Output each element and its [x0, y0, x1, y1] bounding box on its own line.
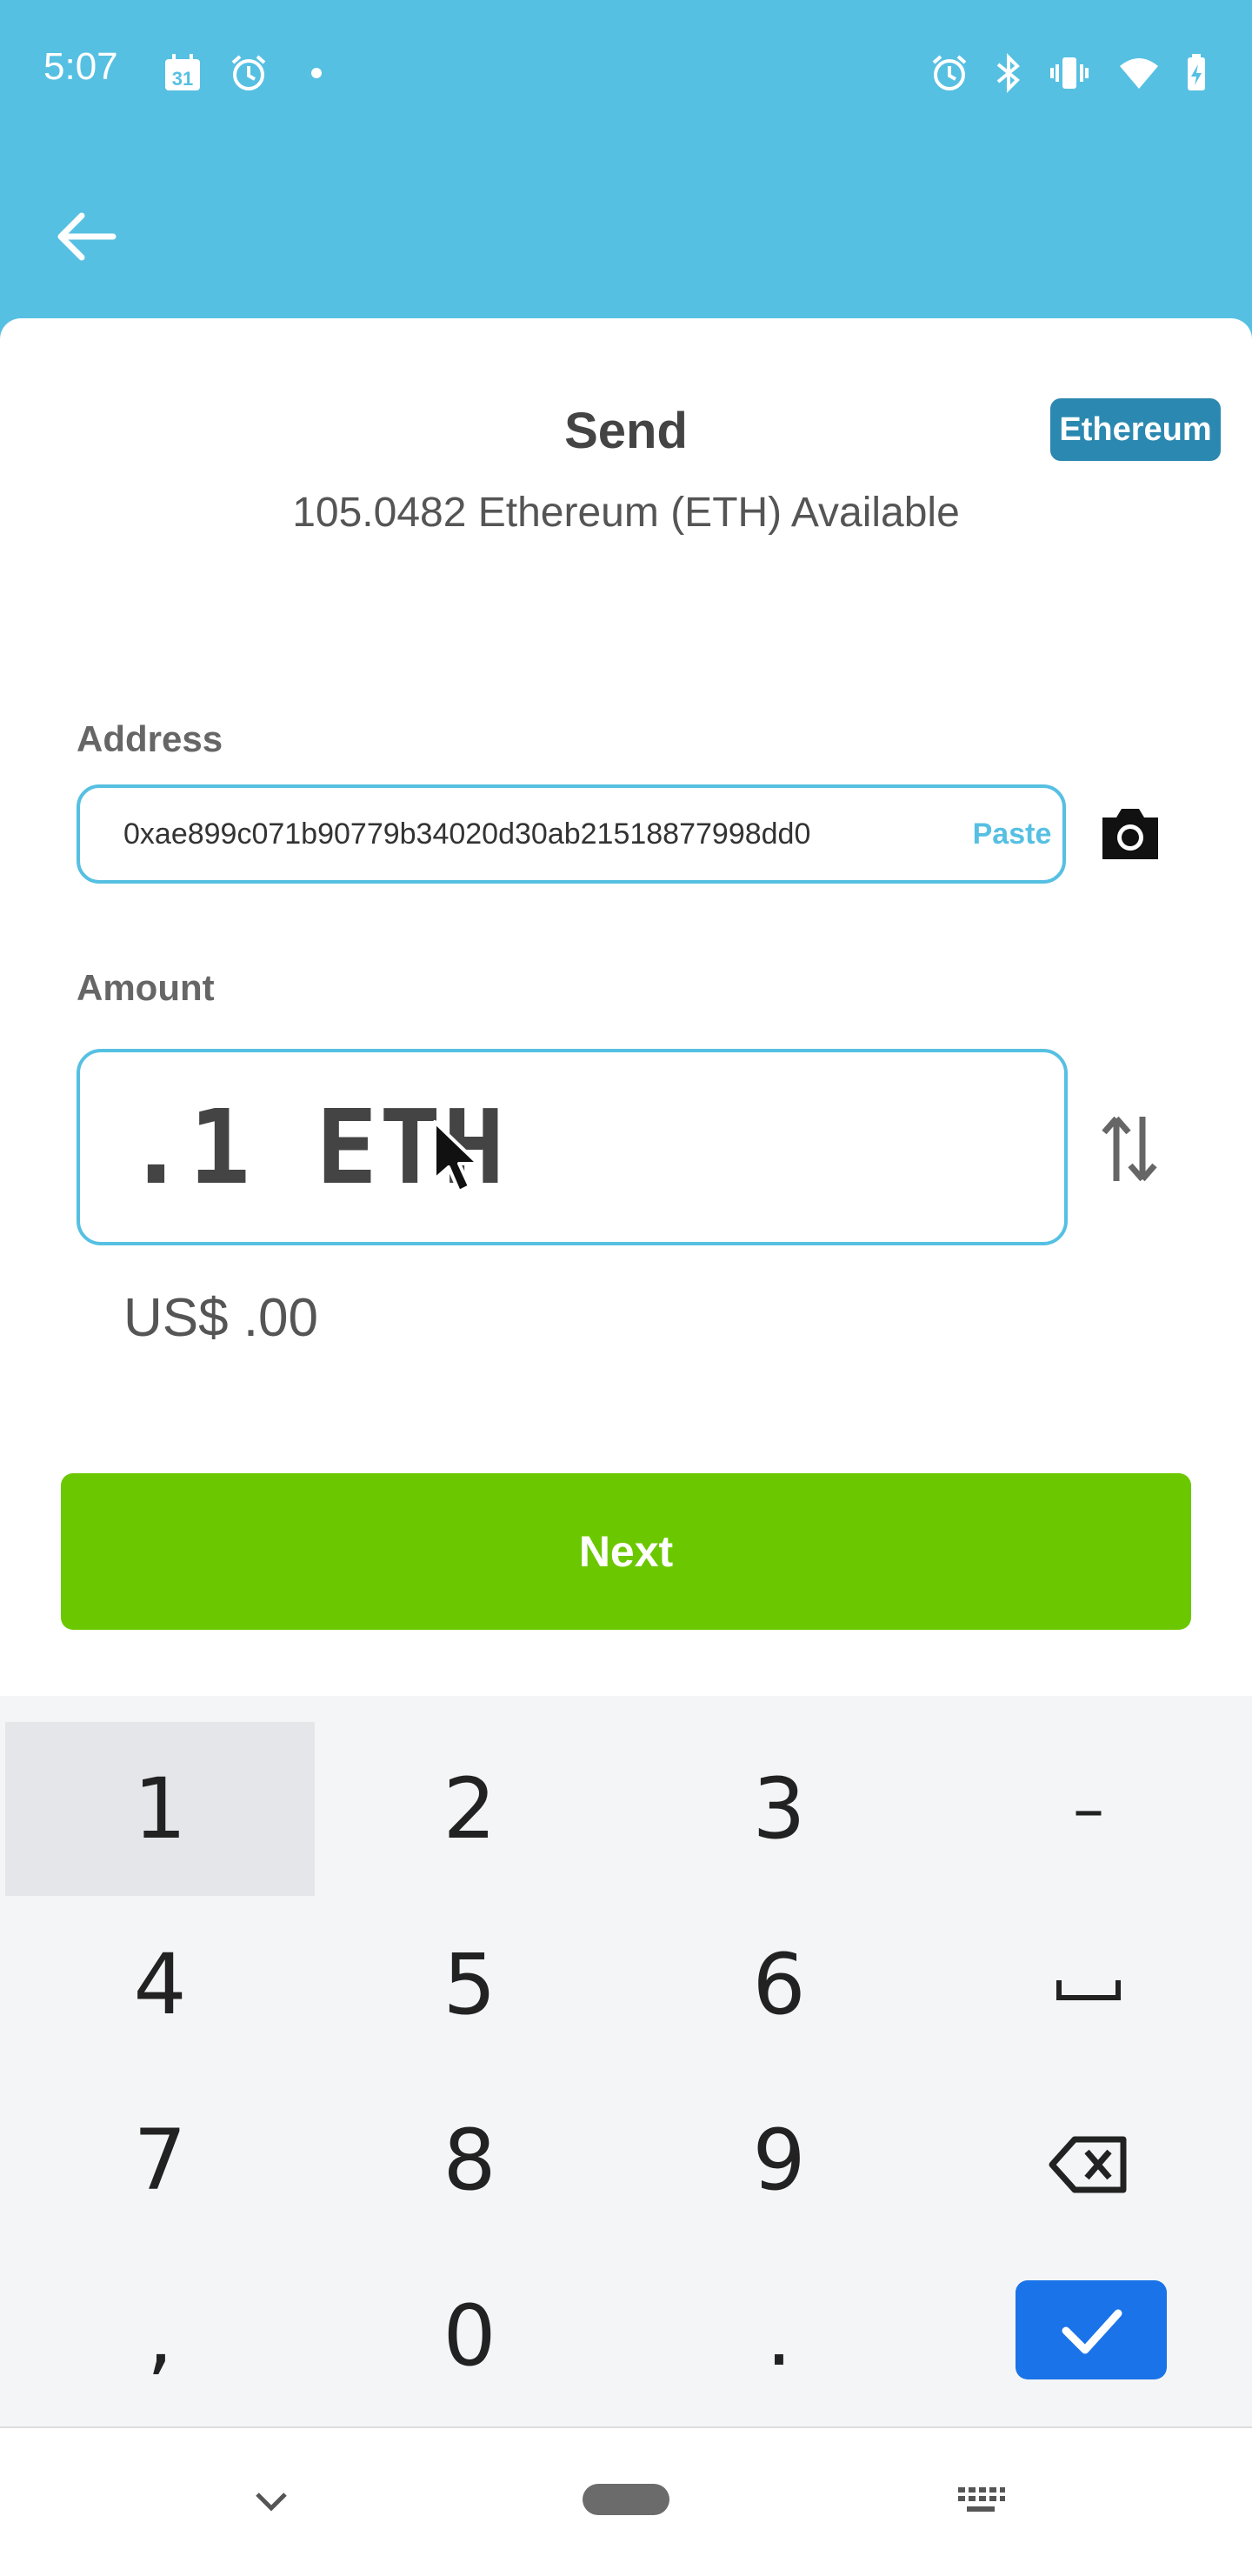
key-1[interactable]: 1 — [5, 1722, 315, 1896]
chevron-down-icon[interactable] — [245, 2479, 297, 2522]
available-balance: 105.0482 Ethereum (ETH) Available — [292, 490, 960, 536]
vibrate-icon — [1050, 57, 1089, 89]
battery-icon — [1188, 54, 1205, 90]
mouse-pointer-icon — [433, 1120, 480, 1193]
space-icon — [1056, 1980, 1121, 2001]
status-time: 5:07 — [43, 45, 118, 88]
key-9[interactable]: 9 — [624, 2073, 934, 2247]
wifi-icon — [1120, 58, 1158, 89]
alarm-icon — [231, 55, 266, 90]
key-minus[interactable]: – — [934, 1722, 1243, 1896]
key-6[interactable]: 6 — [624, 1898, 934, 2072]
key-space[interactable] — [934, 1898, 1243, 2072]
key-2[interactable]: 2 — [315, 1722, 624, 1896]
amount-input[interactable]: .1 ETH — [77, 1049, 1068, 1245]
address-value[interactable]: 0xae899c071b90779b34020d30ab21518877998d… — [123, 788, 810, 880]
status-bar: 5:07 31 — [0, 0, 1252, 148]
key-backspace[interactable] — [934, 2073, 1243, 2247]
paste-button[interactable]: Paste — [960, 788, 1064, 880]
keyboard-icon[interactable] — [955, 2479, 1007, 2522]
key-8[interactable]: 8 — [315, 2073, 624, 2247]
checkmark-icon — [1062, 2309, 1122, 2354]
key-comma[interactable]: , — [5, 2249, 315, 2423]
key-3[interactable]: 3 — [624, 1722, 934, 1896]
calendar-day: 31 — [172, 68, 193, 90]
back-arrow-icon[interactable] — [52, 202, 122, 271]
bluetooth-icon — [996, 53, 1020, 93]
amount-label: Amount — [77, 967, 215, 1008]
key-period[interactable]: . — [624, 2249, 934, 2423]
fiat-value: US$ .00 — [123, 1288, 319, 1348]
calendar-icon: 31 — [165, 54, 200, 90]
key-done[interactable] — [1016, 2280, 1167, 2379]
swap-vertical-icon[interactable] — [1099, 1110, 1160, 1188]
home-pill-icon[interactable] — [583, 2484, 669, 2515]
camera-icon[interactable] — [1097, 800, 1163, 866]
next-button[interactable]: Next — [61, 1473, 1191, 1630]
key-5[interactable]: 5 — [315, 1898, 624, 2072]
network-badge: Ethereum — [1050, 398, 1221, 461]
key-4[interactable]: 4 — [5, 1898, 315, 2072]
address-input[interactable]: 0xae899c071b90779b34020d30ab21518877998d… — [77, 784, 1066, 884]
key-0[interactable]: 0 — [315, 2249, 624, 2423]
address-label: Address — [77, 718, 223, 759]
key-7[interactable]: 7 — [5, 2073, 315, 2247]
backspace-icon — [1049, 2136, 1127, 2193]
dot-icon — [311, 68, 322, 78]
alarm-icon — [932, 55, 967, 90]
